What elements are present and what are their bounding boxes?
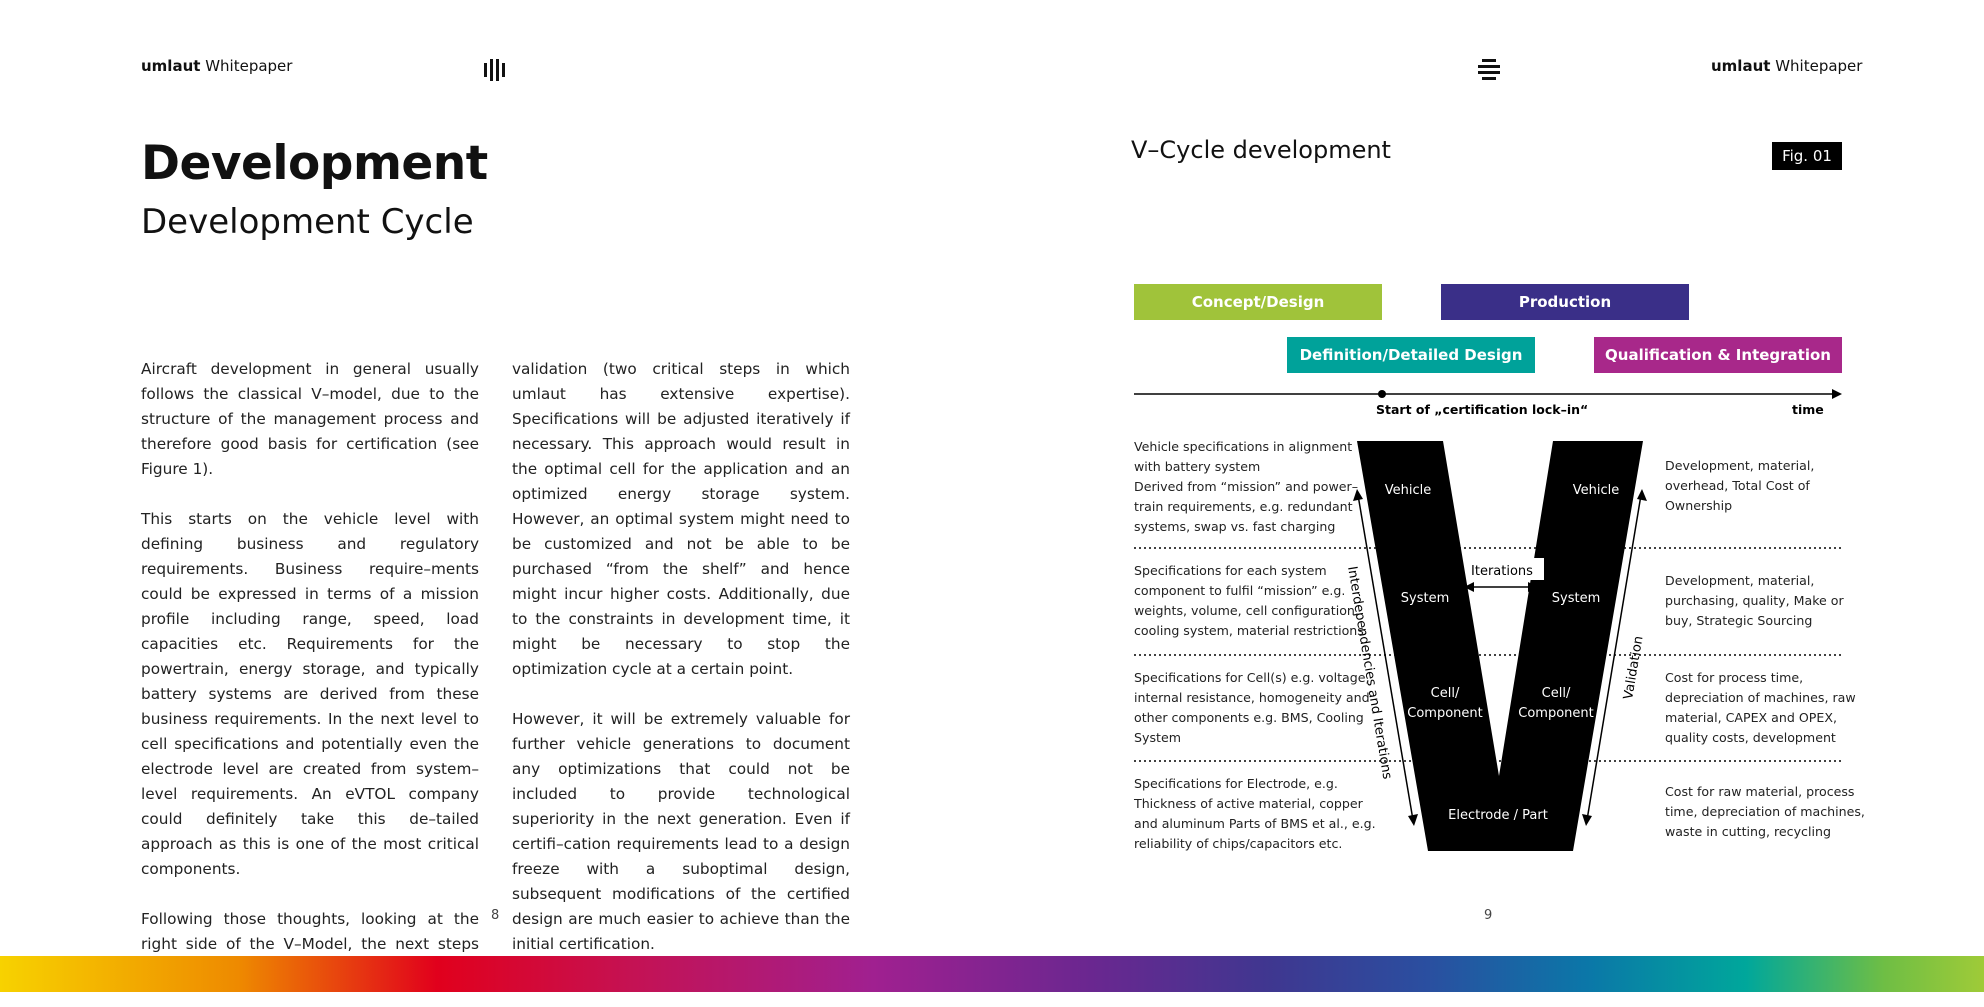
right-desc-vehicle: Development, material, overhead, Total C… [1665, 456, 1814, 516]
phase-definition-detailed-design: Definition/Detailed Design [1287, 337, 1535, 373]
header-label: Whitepaper [1775, 57, 1863, 75]
interdependencies-arrowhead-bottom [1408, 814, 1418, 826]
time-label: time [1792, 402, 1824, 417]
iterations-label: Iterations [1471, 564, 1533, 579]
paragraph: Aircraft development in general usually … [141, 360, 479, 478]
desc-line: weights, volume, cell configuration, [1134, 603, 1359, 618]
v-label-cell-left: Cell/ [1431, 686, 1460, 701]
desc-line: Cost for raw material, process [1665, 784, 1855, 799]
page-number-right: 9 [1484, 908, 1493, 923]
logo-icon [484, 59, 508, 85]
paragraph: This starts on the vehicle level with de… [141, 510, 479, 878]
desc-line: Specifications for each system [1134, 563, 1327, 578]
desc-line: Vehicle specifications in alignment [1134, 439, 1353, 454]
brand-name: umlaut [141, 57, 201, 75]
left-desc-electrode: Specifications for Electrode, e.g. Thick… [1134, 774, 1376, 854]
v-label-component-right: Component [1518, 706, 1593, 721]
desc-line: reliability of chips/capacitors etc. [1134, 836, 1343, 851]
left-running-header: umlaut Whitepaper [141, 57, 292, 75]
v-label-system-left: System [1401, 591, 1449, 606]
desc-line: depreciation of machines, raw [1665, 690, 1856, 705]
desc-line: Cost for process time, [1665, 670, 1804, 685]
v-label-vehicle-right: Vehicle [1573, 483, 1620, 498]
right-running-header: umlaut Whitepaper [1711, 57, 1862, 75]
lock-in-label: Start of „certification lock–in“ [1376, 402, 1588, 417]
desc-line: and aluminum Parts of BMS et al., e.g. [1134, 816, 1376, 831]
phase-qualification-integration: Qualification & Integration [1594, 337, 1842, 373]
text-column-1: Aircraft development in general usually … [141, 357, 479, 1007]
desc-line: Development, material, [1665, 458, 1815, 473]
paragraph: However, it will be extremely valuable f… [512, 710, 850, 953]
desc-line: Thickness of active material, copper [1134, 796, 1363, 811]
rainbow-footer-bar [0, 956, 1984, 992]
desc-line: with battery system [1134, 459, 1261, 474]
page-title: Development [141, 136, 488, 191]
desc-line: waste in cutting, recycling [1665, 824, 1831, 839]
figure-title: V–Cycle development [1131, 136, 1391, 164]
left-desc-cell: Specifications for Cell(s) e.g. voltage,… [1134, 668, 1370, 748]
brand-name: umlaut [1711, 57, 1771, 75]
desc-line: System [1134, 730, 1181, 745]
right-desc-electrode: Cost for raw material, process time, dep… [1665, 782, 1865, 842]
timeline-arrowhead [1832, 389, 1842, 399]
validation-arrowhead-top [1637, 489, 1647, 501]
desc-line: cooling system, material restrictions [1134, 623, 1364, 638]
desc-line: systems, swap vs. fast charging [1134, 519, 1336, 534]
desc-line: time, depreciation of machines, [1665, 804, 1865, 819]
validation-label: Validation [1621, 635, 1646, 701]
page-subtitle: Development Cycle [141, 202, 474, 242]
desc-line: overhead, Total Cost of [1665, 478, 1810, 493]
desc-line: component to fulfil “mission” e.g. [1134, 583, 1346, 598]
v-label-component-left: Component [1407, 706, 1482, 721]
desc-line: Specifications for Cell(s) e.g. voltage, [1134, 670, 1370, 685]
desc-line: Ownership [1665, 498, 1733, 513]
paragraph: validation (two critical steps in which … [512, 360, 850, 678]
desc-line: Derived from “mission” and power– [1134, 479, 1358, 494]
desc-line: quality costs, development [1665, 730, 1836, 745]
v-label-cell-right: Cell/ [1542, 686, 1571, 701]
desc-line: purchasing, quality, Make or [1665, 593, 1844, 608]
logo-icon-right [1478, 59, 1500, 85]
v-label-electrode: Electrode / Part [1448, 808, 1548, 823]
v-label-system-right: System [1552, 591, 1600, 606]
desc-line: material, CAPEX and OPEX, [1665, 710, 1837, 725]
phase-production: Production [1441, 284, 1689, 320]
desc-line: Development, material, [1665, 573, 1815, 588]
header-label: Whitepaper [205, 57, 293, 75]
figure-label-badge: Fig. 01 [1772, 142, 1842, 170]
left-desc-vehicle: Vehicle specifications in alignment with… [1134, 437, 1358, 537]
desc-line: Specifications for Electrode, e.g. [1134, 776, 1338, 791]
desc-line: internal resistance, homogeneity and [1134, 690, 1370, 705]
right-desc-cell: Cost for process time, depreciation of m… [1665, 668, 1856, 748]
text-column-2: validation (two critical steps in which … [512, 357, 850, 982]
desc-line: other components e.g. BMS, Cooling [1134, 710, 1364, 725]
lock-in-marker [1378, 390, 1386, 398]
desc-line: buy, Strategic Sourcing [1665, 613, 1813, 628]
left-desc-system: Specifications for each system component… [1134, 561, 1364, 641]
page-number-left: 8 [491, 908, 500, 923]
v-shape [1357, 441, 1643, 851]
phase-concept-design: Concept/Design [1134, 284, 1382, 320]
desc-line: train requirements, e.g. redundant [1134, 499, 1353, 514]
v-label-vehicle-left: Vehicle [1385, 483, 1432, 498]
validation-arrowhead-bottom [1582, 814, 1592, 826]
right-desc-system: Development, material, purchasing, quali… [1665, 571, 1844, 631]
